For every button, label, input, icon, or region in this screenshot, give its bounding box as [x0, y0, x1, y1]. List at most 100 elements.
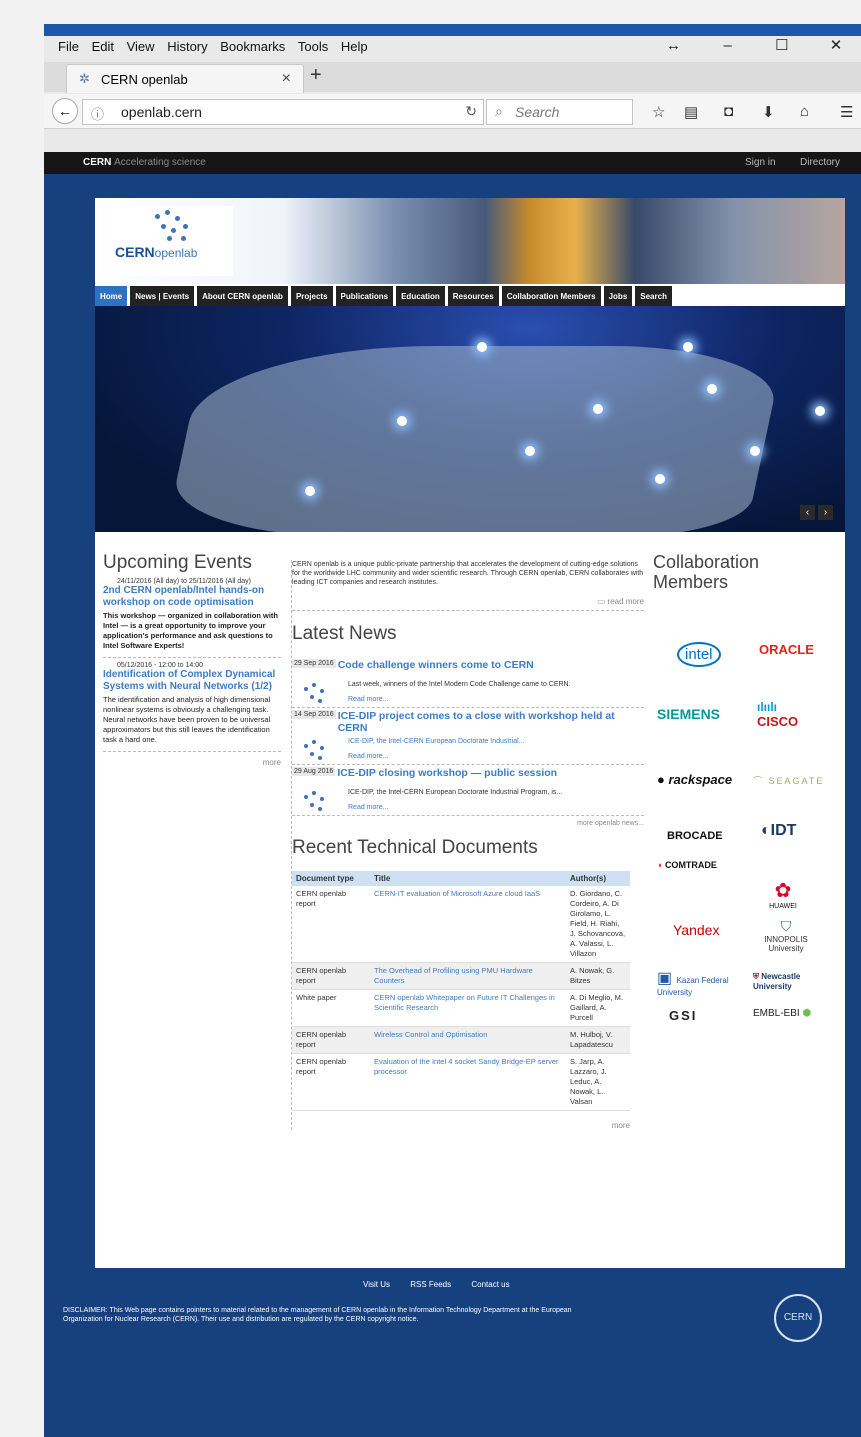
tab-close-icon[interactable]: × [282, 70, 291, 88]
docs-heading: Recent Technical Documents [292, 837, 538, 858]
doc-title-link[interactable]: CERN openlab Whitepaper on Future IT Cha… [370, 989, 566, 1027]
doc-title-link[interactable]: The Overhead of Profiling using PMU Hard… [370, 962, 566, 990]
more-news-link[interactable]: more openlab news... [292, 820, 644, 827]
newcastle-logo[interactable]: ⛨ Newcastle University [753, 972, 823, 991]
menu-bookmarks[interactable]: Bookmarks [216, 36, 289, 54]
news-title-link[interactable]: ICE-DIP project comes to a close with wo… [338, 710, 628, 734]
news-title-link[interactable]: ICE-DIP closing workshop — public sessio… [337, 767, 557, 779]
tab-title: CERN openlab [101, 72, 188, 87]
nav-resources[interactable]: Resources [447, 286, 499, 306]
table-row: CERN openlab report CERN-IT evaluation o… [292, 886, 630, 963]
home-icon[interactable]: ⌂ [800, 103, 809, 120]
nav-home[interactable]: Home [95, 286, 128, 306]
new-tab-button[interactable]: + [310, 64, 322, 87]
doc-title-link[interactable]: Wireless Control and Optimisation [370, 1026, 566, 1054]
rackspace-logo[interactable]: ● rackspace [657, 772, 732, 787]
menu-tools[interactable]: Tools [294, 36, 332, 54]
doc-authors: S. Jarp, A. Lazzaro, J. Leduc, A. Nowak,… [566, 1053, 630, 1111]
events-more-link[interactable]: more [103, 758, 281, 767]
nav-projects[interactable]: Projects [290, 286, 333, 306]
logo-dots-icon [153, 208, 193, 242]
menu-help[interactable]: Help [337, 36, 372, 54]
siemens-logo[interactable]: SIEMENS [657, 706, 720, 722]
partner-logos: intel ORACLE SIEMENS ılıılı cisco ● racks… [653, 592, 833, 1212]
maximize-button[interactable]: ☐ [757, 36, 807, 54]
menu-view[interactable]: View [123, 36, 159, 54]
col-document-type: Document type [292, 871, 370, 886]
hero-slideshow[interactable]: ‹ › [95, 306, 845, 532]
resize-icon[interactable]: ↔ [648, 37, 698, 54]
minimize-button[interactable]: – [703, 37, 753, 54]
news-read-more[interactable]: Read more... [348, 696, 644, 703]
directory-link[interactable]: Directory [800, 157, 840, 168]
bookmark-star-icon[interactable]: ☆ [652, 103, 665, 121]
nav-about[interactable]: About CERN openlab [197, 286, 288, 306]
back-button[interactable]: ← [52, 98, 78, 124]
doc-title-link[interactable]: Evaluation of the Intel 4 socket Sandy B… [370, 1053, 566, 1111]
event-title-link[interactable]: 2nd CERN openlab/Intel hands-on workshop… [103, 585, 281, 609]
slide-next-button[interactable]: › [818, 505, 833, 520]
doc-title-link[interactable]: CERN-IT evaluation of Microsoft Azure cl… [370, 886, 566, 963]
cern-brand[interactable]: CERN Accelerating science [83, 157, 206, 168]
site-header: CERNopenlab [95, 198, 845, 284]
sign-in-link[interactable]: Sign in [745, 157, 776, 168]
menu-file[interactable]: File [44, 36, 83, 54]
openlab-logo[interactable]: CERNopenlab [113, 206, 233, 276]
center-column: CERN openlab is a unique public-private … [291, 560, 644, 1130]
news-title-link[interactable]: Code challenge winners come to CERN [338, 659, 534, 671]
embl-ebi-logo[interactable]: EMBL-EBI ⬢ [753, 1008, 811, 1019]
news-summary: Last week, winners of the Intel Modern C… [348, 681, 571, 688]
nav-search[interactable]: Search [635, 286, 672, 306]
nav-collaboration-members[interactable]: Collaboration Members [501, 286, 601, 306]
hamburger-menu-icon[interactable]: ☰ [840, 103, 853, 121]
seagate-logo[interactable]: ⌒ SEAGATE [753, 774, 824, 787]
menu-history[interactable]: History [163, 36, 211, 54]
table-row: CERN openlab report Evaluation of the In… [292, 1053, 630, 1111]
nav-education[interactable]: Education [396, 286, 445, 306]
comtrade-logo[interactable]: ◖ COMTRADE [657, 860, 717, 870]
oracle-logo[interactable]: ORACLE [759, 642, 814, 657]
yandex-logo[interactable]: Yandex [673, 922, 719, 938]
download-icon[interactable]: ⬇ [762, 103, 775, 121]
browser-tab[interactable]: ✲ CERN openlab × [66, 64, 304, 93]
idt-icon: ◐ [761, 822, 771, 839]
cern-footer-logo[interactable]: CERN [774, 1294, 822, 1342]
rss-feeds-link[interactable]: RSS Feeds [410, 1280, 451, 1289]
url-bar[interactable]: ⓘ openlab.cern ↻ [82, 99, 484, 125]
contact-us-link[interactable]: Contact us [471, 1280, 509, 1289]
innopolis-logo[interactable]: ⛉ INNOPOLIS University [751, 918, 821, 953]
news-item: 29 Sep 2016 Code challenge winners come t… [292, 657, 644, 708]
nav-publications[interactable]: Publications [335, 286, 394, 306]
reload-icon[interactable]: ↻ [465, 103, 477, 120]
docs-more-link[interactable]: more [292, 1121, 630, 1130]
intro-read-more-link[interactable]: ▭ read more [292, 597, 644, 611]
brocade-logo[interactable]: BROCADE [667, 830, 723, 842]
seagate-icon: ⌒ [753, 776, 769, 786]
event-title-link[interactable]: Identification of Complex Dynamical Syst… [103, 669, 281, 693]
news-item: 14 Sep 2016 ICE-DIP project comes to a cl… [292, 708, 644, 765]
reading-list-icon[interactable]: ▤ [684, 103, 698, 121]
gsi-logo[interactable]: GSI [669, 1008, 697, 1023]
intel-logo[interactable]: intel [677, 642, 721, 667]
innopolis-icon: ⛉ [780, 918, 792, 934]
pocket-icon[interactable]: ◘ [724, 103, 733, 120]
nav-jobs[interactable]: Jobs [603, 286, 633, 306]
table-row: CERN openlab report Wireless Control and… [292, 1026, 630, 1054]
news-summary: ICE-DIP, the Intel-CERN European Doctora… [348, 789, 563, 796]
menu-bar: File Edit View History Bookmarks Tools H… [44, 36, 861, 58]
news-thumbnail-icon [302, 738, 328, 760]
search-box[interactable]: ⌕ Search [486, 99, 633, 125]
cisco-logo[interactable]: ılıılı cisco [757, 700, 798, 729]
idt-logo[interactable]: ◐IDT [761, 822, 796, 840]
news-read-more[interactable]: Read more... [348, 804, 644, 811]
huawei-logo[interactable]: ✿ HUAWEI [763, 878, 803, 910]
close-window-button[interactable]: ✕ [811, 36, 861, 54]
slide-prev-button[interactable]: ‹ [800, 505, 815, 520]
news-read-more[interactable]: Read more... [348, 753, 644, 760]
site-info-icon[interactable]: ⓘ [91, 104, 104, 123]
menu-edit[interactable]: Edit [88, 36, 118, 54]
visit-us-link[interactable]: Visit Us [363, 1280, 390, 1289]
kazan-logo[interactable]: ▣ Kazan Federal University [657, 968, 737, 997]
nav-news-events[interactable]: News | Events [130, 286, 195, 306]
favicon-icon: ✲ [79, 71, 90, 86]
